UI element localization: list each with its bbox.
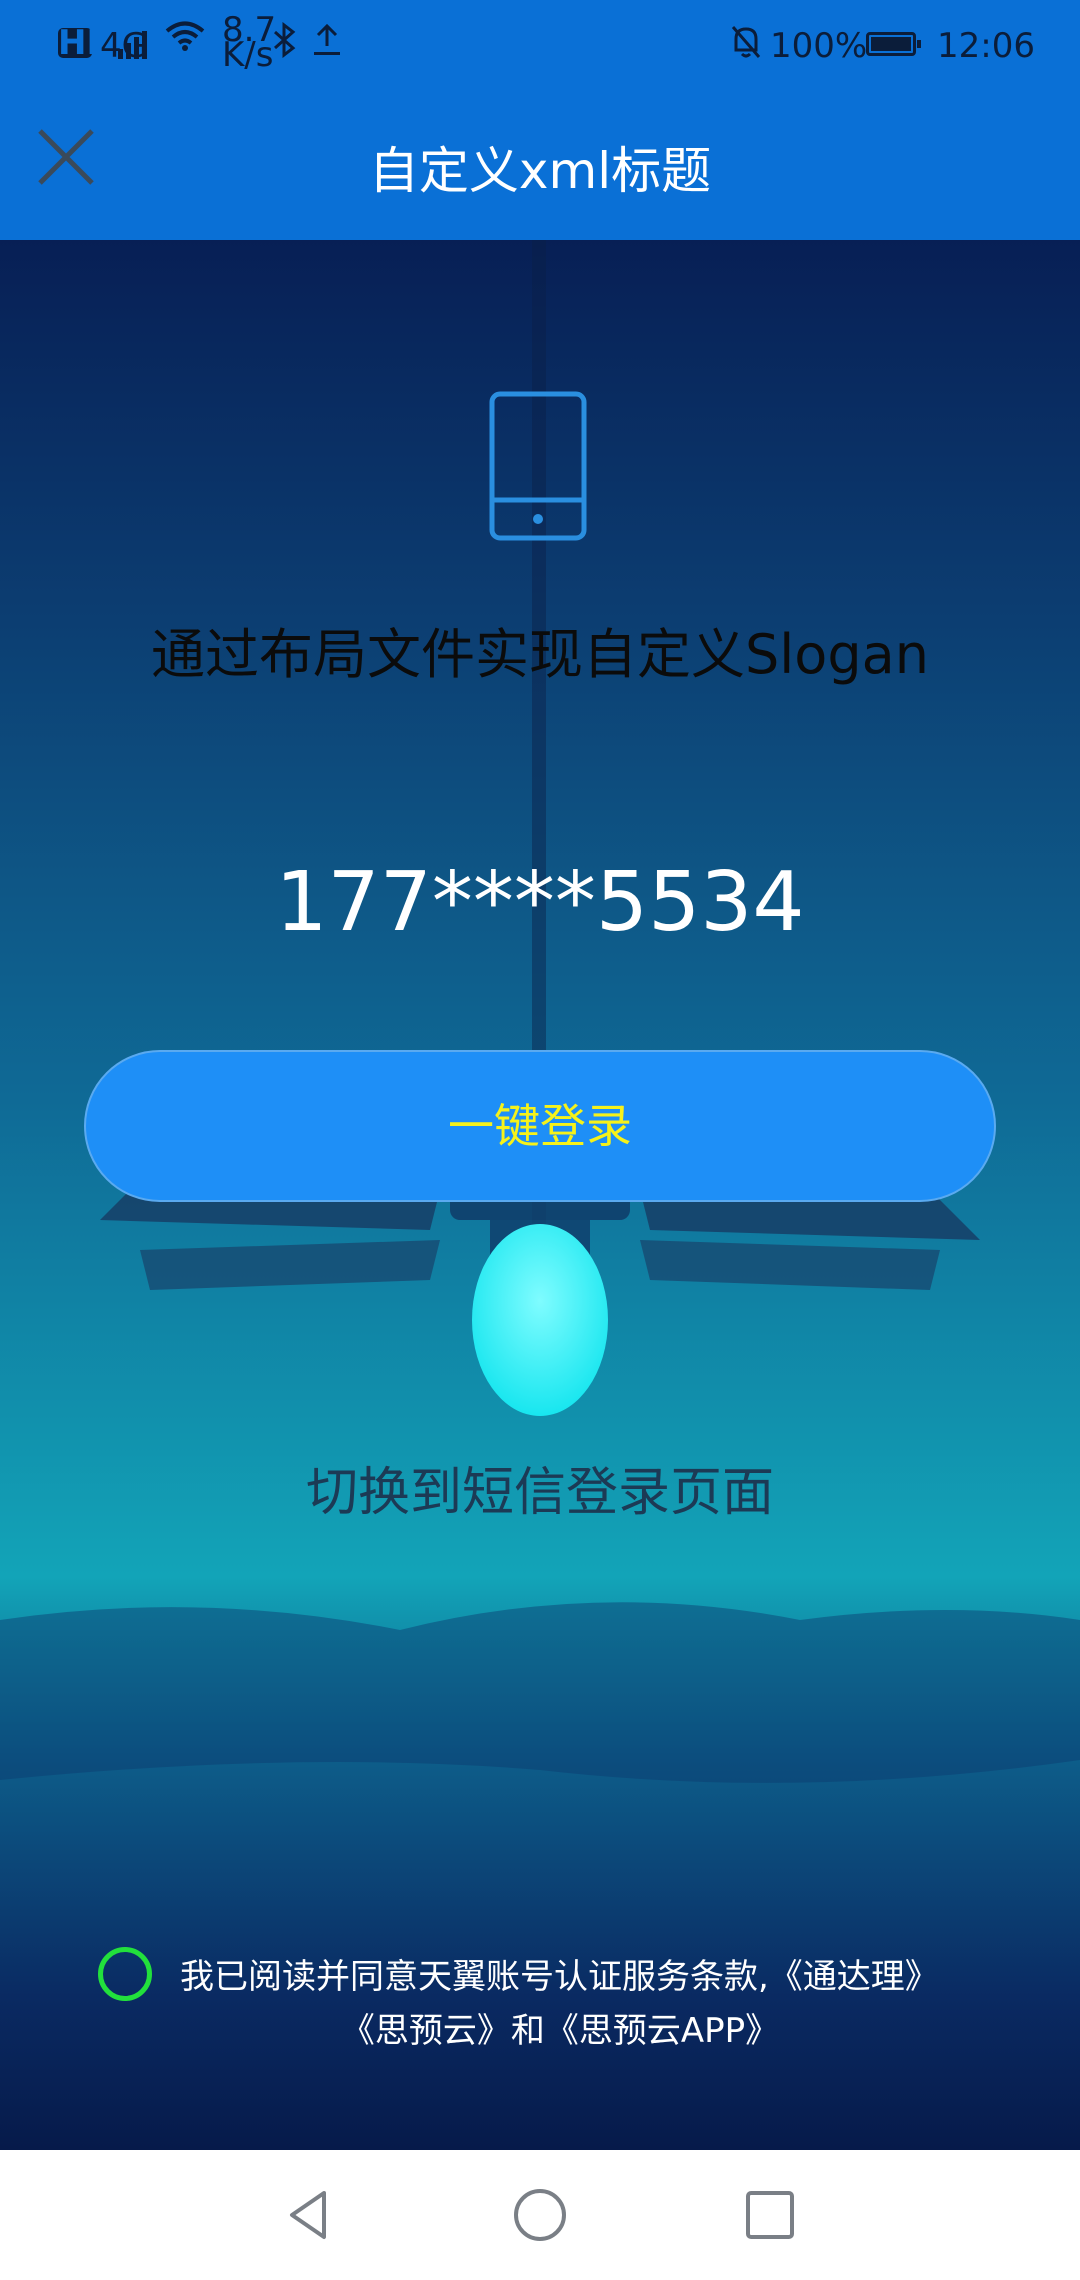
home-icon[interactable]	[510, 2185, 570, 2245]
hd-icon: HD	[58, 23, 115, 63]
navigation-bar	[0, 2150, 1080, 2280]
agreement-text: 我已阅读并同意天翼账号认证服务条款,《通达理》 《思预云》和《思预云APP》	[180, 1950, 1000, 2058]
page-title: 自定义xml标题	[368, 142, 712, 200]
mute-notification-icon	[730, 24, 762, 69]
title-bar: 自定义xml标题	[0, 91, 1080, 240]
bluetooth-icon	[272, 21, 298, 67]
network-speed: 8.7 K/s	[222, 10, 277, 75]
signal-bars-icon	[118, 28, 154, 68]
wifi-icon	[165, 20, 205, 61]
agreement-checkbox[interactable]	[98, 1947, 152, 2001]
masked-phone-number: 177****5534	[275, 855, 805, 950]
recent-apps-icon[interactable]	[740, 2185, 800, 2245]
phone-icon	[488, 390, 588, 542]
back-icon[interactable]	[280, 2185, 340, 2245]
switch-to-sms-login-link[interactable]: 切换到短信登录页面	[0, 1450, 1080, 1525]
battery-icon	[866, 32, 921, 56]
login-panel: 通过布局文件实现自定义Slogan 177****5534 一键登录 切换到短信…	[0, 240, 1080, 2150]
one-click-login-button[interactable]: 一键登录	[84, 1050, 996, 1202]
clock: 12:06	[937, 26, 1035, 66]
agreement-line-2[interactable]: 《思预云》和《思预云APP》	[180, 2004, 1000, 2058]
upload-icon	[312, 22, 342, 67]
agreement-line-1[interactable]: 我已阅读并同意天翼账号认证服务条款,《通达理》	[180, 1957, 939, 1997]
status-bar: HD 4G 8.7 K/s 100% 12:06	[0, 0, 1080, 91]
slogan: 通过布局文件实现自定义Slogan	[151, 623, 929, 686]
battery-percent: 100%	[770, 26, 868, 66]
